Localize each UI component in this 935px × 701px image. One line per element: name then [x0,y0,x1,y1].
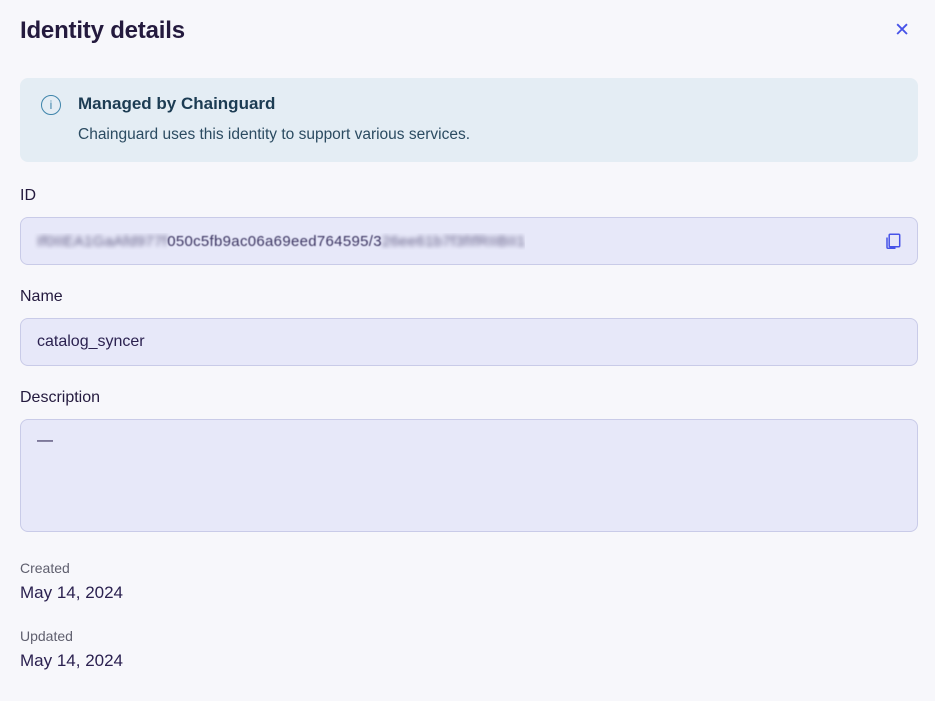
id-value-redacted: If0IIEA1GaAfd977f050c5fb9ac06a69eed76459… [21,233,525,250]
updated-value: May 14, 2024 [20,651,918,671]
id-value-blur-right: 26ee61b7f3fIfRIIBII1 [382,233,526,250]
description-field-group: Description [20,389,918,537]
updated-block: Updated May 14, 2024 [20,628,918,671]
banner-text: Managed by Chainguard Chainguard uses th… [78,94,470,144]
created-block: Created May 14, 2024 [20,560,918,603]
description-input[interactable] [20,419,918,532]
updated-label: Updated [20,628,918,644]
id-field: If0IIEA1GaAfd977f050c5fb9ac06a69eed76459… [20,217,918,265]
panel-header: Identity details ✕ [20,15,918,46]
managed-info-banner: i Managed by Chainguard Chainguard uses … [20,78,918,162]
id-label: ID [20,187,918,205]
copy-icon [883,231,903,251]
copy-id-button[interactable] [879,227,907,255]
description-label: Description [20,389,918,407]
created-label: Created [20,560,918,576]
name-label: Name [20,288,918,306]
name-field-group: Name [20,288,918,366]
page-title: Identity details [20,15,185,45]
id-value-clear: 050c5fb9ac06a69eed764595/3 [167,233,382,250]
id-value-blur-left: If0IIEA1GaAfd977f [37,233,167,250]
close-button[interactable]: ✕ [886,15,918,46]
close-icon: ✕ [894,20,910,41]
identity-details-panel: Identity details ✕ i Managed by Chaingua… [0,0,935,671]
name-input[interactable] [20,318,918,366]
banner-title: Managed by Chainguard [78,94,470,114]
banner-body: Chainguard uses this identity to support… [78,126,470,144]
info-icon: i [41,95,61,115]
id-field-group: ID If0IIEA1GaAfd977f050c5fb9ac06a69eed76… [20,187,918,265]
created-value: May 14, 2024 [20,583,918,603]
